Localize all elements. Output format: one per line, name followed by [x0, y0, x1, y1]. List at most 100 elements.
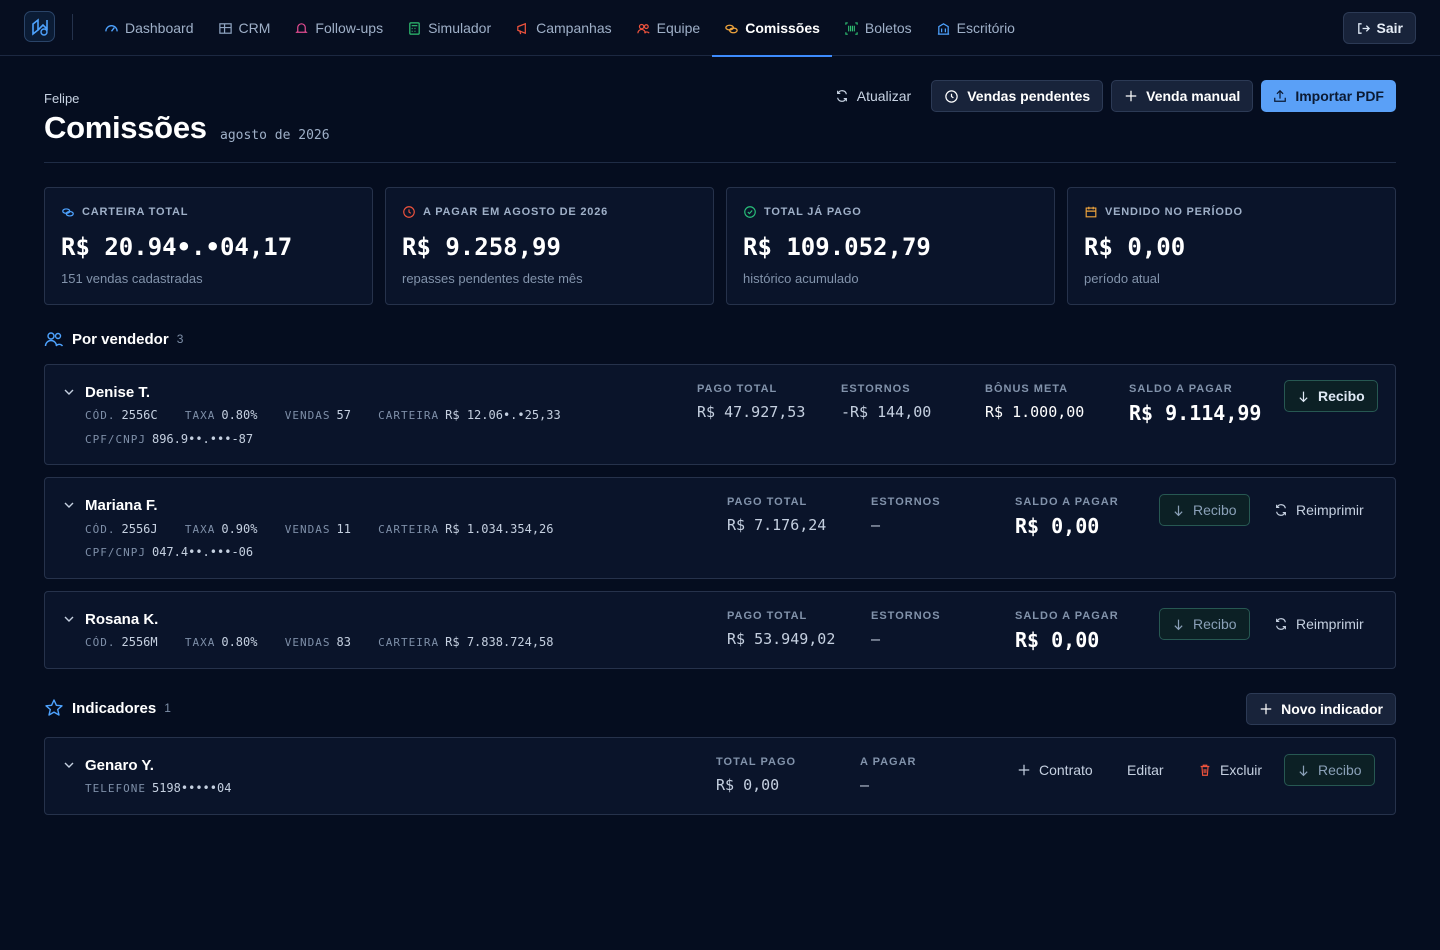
total-paid-column: TOTAL PAGO R$ 0,00: [716, 756, 796, 794]
logo-icon: [31, 17, 48, 36]
page-title: Comissões: [44, 110, 207, 145]
chevron-down-icon[interactable]: [63, 613, 75, 625]
stat-value: R$ 9.258,99: [402, 233, 561, 261]
nav-item-escritorio[interactable]: Escritório: [924, 0, 1027, 56]
meta-key: TAXA: [184, 636, 216, 649]
chevron-down-icon[interactable]: [63, 499, 75, 511]
nav-item-campanhas[interactable]: Campanhas: [503, 0, 624, 56]
nav-label: Simulador: [428, 20, 492, 36]
seller-sales: 57: [336, 408, 351, 422]
nav-item-follow-ups[interactable]: Follow-ups: [282, 0, 395, 56]
column-label: A PAGAR: [860, 756, 917, 768]
pending-sales-button[interactable]: Vendas pendentes: [931, 80, 1104, 112]
nav-label: Equipe: [656, 20, 701, 36]
coins-icon: [725, 24, 738, 33]
chargebacks-value: —: [871, 516, 881, 534]
stat-card-carteira: CARTEIRA TOTAL R$ 20.94•.•04,17 151 vend…: [44, 187, 373, 305]
arrow-down-icon: [1299, 765, 1308, 776]
megaphone-icon: [517, 22, 527, 34]
building-icon: [937, 22, 949, 35]
arrow-down-icon: [1174, 505, 1183, 516]
meta-key: CÓD.: [85, 636, 116, 649]
receipt-button[interactable]: Recibo: [1159, 608, 1250, 640]
seller-row[interactable]: Rosana K. CÓD. 2556M TAXA 0.80% VENDAS 83 C…: [44, 591, 1396, 669]
seller-portfolio: R$ 7.838.724,58: [445, 635, 554, 649]
seller-document: CPF/CNPJ 047.4••.•••-06: [85, 545, 253, 559]
nav-item-boletos[interactable]: Boletos: [832, 0, 924, 56]
plus-icon: [1018, 764, 1030, 776]
edit-label: Editar: [1127, 762, 1164, 778]
stat-label: A PAGAR EM AGOSTO DE 2026: [423, 206, 609, 218]
page-period: agosto de 2026: [220, 128, 330, 143]
balance-value: R$ 0,00: [1015, 628, 1100, 652]
seller-code: 2556M: [121, 635, 158, 649]
meta-key: CPF/CNPJ: [85, 546, 146, 559]
seller-row[interactable]: Denise T. CÓD. 2556C TAXA 0.80% VENDAS 57 C…: [44, 364, 1396, 465]
seller-name: Mariana F.: [85, 497, 158, 514]
chargebacks-column: ESTORNOS —: [871, 610, 941, 648]
column-label: ESTORNOS: [871, 610, 941, 622]
import-pdf-label: Importar PDF: [1295, 88, 1384, 104]
stat-card-a-pagar: A PAGAR EM AGOSTO DE 2026 R$ 9.258,99 re…: [385, 187, 714, 305]
contract-button[interactable]: Contrato: [1017, 762, 1093, 778]
chevron-down-icon[interactable]: [63, 759, 75, 771]
paid-total-column: PAGO TOTAL R$ 53.949,02: [727, 610, 835, 648]
balance-column: SALDO A PAGAR R$ 0,00: [1015, 610, 1119, 652]
meta-key: CÓD.: [85, 523, 116, 536]
balance-column: SALDO A PAGAR R$ 9.114,99: [1129, 383, 1261, 425]
nav-label: Campanhas: [536, 20, 612, 36]
nav-label: Boletos: [864, 20, 912, 36]
seller-sales: 83: [336, 635, 351, 649]
paid-total-value: R$ 53.949,02: [727, 630, 836, 648]
header-divider: [44, 162, 1396, 163]
manual-sale-button[interactable]: Venda manual: [1111, 80, 1254, 112]
column-label: ESTORNOS: [841, 383, 911, 395]
reprint-button[interactable]: Reimprimir: [1274, 502, 1364, 518]
receipt-button[interactable]: Recibo: [1284, 380, 1378, 412]
import-pdf-button[interactable]: Importar PDF: [1261, 80, 1396, 112]
receipt-label: Recibo: [1318, 762, 1362, 778]
receipt-button[interactable]: Recibo: [1284, 754, 1375, 786]
nav-item-crm[interactable]: CRM: [206, 0, 283, 56]
chevron-down-icon[interactable]: [63, 386, 75, 398]
balance-column: SALDO A PAGAR R$ 0,00: [1015, 496, 1119, 538]
logout-button[interactable]: Sair: [1342, 12, 1416, 44]
nav-item-equipe[interactable]: Equipe: [624, 0, 713, 56]
top-navbar: Dashboard CRM Follow-ups Simulador Campa…: [0, 0, 1440, 57]
column-label: PAGO TOTAL: [727, 496, 808, 508]
seller-meta: CÓD. 2556J TAXA 0.90% VENDAS 11 CARTEIRA R$ …: [85, 522, 574, 536]
indicator-meta: TELEFONE 5198•••••04: [85, 781, 231, 795]
delete-button[interactable]: Excluir: [1198, 762, 1262, 778]
nav-item-simulador[interactable]: Simulador: [395, 0, 503, 56]
stat-label: TOTAL JÁ PAGO: [764, 206, 862, 218]
nav-divider: [72, 14, 73, 40]
reprint-button[interactable]: Reimprimir: [1274, 616, 1364, 632]
receipt-button[interactable]: Recibo: [1159, 494, 1250, 526]
receipt-label: Recibo: [1193, 616, 1237, 632]
manual-sale-label: Venda manual: [1146, 88, 1241, 104]
chargebacks-column: ESTORNOS —: [871, 496, 941, 534]
balance-value: R$ 0,00: [1015, 514, 1100, 538]
stat-value: R$ 0,00: [1084, 233, 1186, 261]
clock-icon: [945, 89, 958, 103]
pending-sales-label: Vendas pendentes: [967, 88, 1091, 104]
seller-row[interactable]: Mariana F. CÓD. 2556J TAXA 0.90% VENDAS 11 …: [44, 477, 1396, 579]
app-logo[interactable]: [24, 11, 55, 42]
stat-card-vendido: VENDIDO NO PERÍODO R$ 0,00 período atual: [1067, 187, 1396, 305]
seller-rate: 0.80%: [221, 408, 258, 422]
indicators-section-header: Indicadores 1: [44, 698, 171, 718]
seller-cpf: 896.9••.•••-87: [151, 432, 254, 446]
current-user: Felipe: [44, 91, 80, 106]
nav-item-dashboard[interactable]: Dashboard: [92, 0, 206, 56]
indicator-phone: 5198•••••04: [151, 781, 232, 795]
refresh-button[interactable]: Atualizar: [823, 80, 923, 112]
edit-button[interactable]: Editar: [1127, 762, 1164, 778]
column-label: PAGO TOTAL: [727, 610, 808, 622]
nav-item-comissoes[interactable]: Comissões: [712, 0, 832, 57]
seller-code: 2556C: [121, 408, 158, 422]
meta-key: VENDAS: [284, 636, 331, 649]
calendar-icon: [1085, 206, 1097, 218]
seller-rate: 0.90%: [221, 522, 258, 536]
indicator-row[interactable]: Genaro Y. TELEFONE 5198•••••04 TOTAL PAGO…: [44, 737, 1396, 815]
new-indicator-button[interactable]: Novo indicador: [1246, 693, 1396, 725]
